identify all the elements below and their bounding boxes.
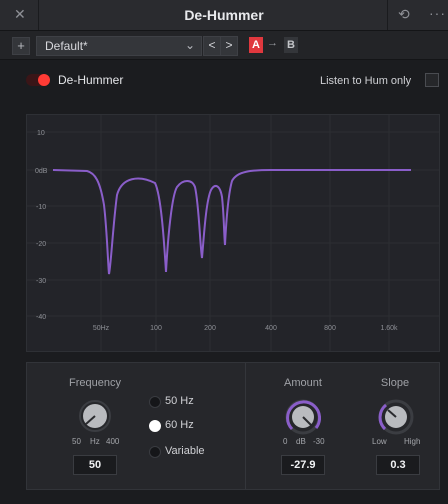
radio-variable[interactable] [149, 446, 161, 458]
x-tick-label: 1.60k [380, 325, 398, 332]
x-tick-label: 400 [265, 325, 277, 332]
y-tick-label: 0dB [35, 168, 48, 175]
amount-scale-unit: dB [296, 437, 306, 446]
hum-filter-curve [52, 169, 411, 275]
y-tick-label: 10 [37, 130, 45, 137]
slope-label: Slope [380, 377, 410, 389]
de-hummer-window: ✕ De-Hummer ⟲ ··· + Default* ⌄ < > A → B… [0, 0, 448, 504]
frequency-scale-max: 400 [106, 437, 120, 446]
controls-panel: Frequency 50 Hz 400 50 50 Hz 60 Hz Varia… [26, 362, 440, 490]
amount-label: Amount [284, 377, 322, 389]
title-divider-right [387, 0, 388, 30]
listen-hum-only-checkbox[interactable] [425, 73, 439, 87]
preset-dropdown[interactable]: Default* ⌄ [36, 36, 202, 56]
next-preset-button[interactable]: > [220, 36, 238, 56]
graph-canvas: 10 0dB -10 -20 -30 -40 50Hz 100 200 400 … [27, 115, 439, 351]
y-tick-label: -40 [36, 314, 46, 321]
amount-value-field[interactable]: -27.9 [281, 455, 325, 475]
x-tick-label: 800 [324, 325, 336, 332]
frequency-value-field[interactable]: 50 [73, 455, 117, 475]
y-tick-label: -10 [36, 204, 46, 211]
preset-name: Default* [45, 39, 88, 53]
y-tick-label: -20 [36, 241, 46, 248]
previous-preset-button[interactable]: < [203, 36, 221, 56]
x-tick-label: 50Hz [93, 325, 110, 332]
reset-icon[interactable]: ⟲ [398, 6, 410, 23]
controls-divider [245, 363, 246, 489]
frequency-response-graph: 10 0dB -10 -20 -30 -40 50Hz 100 200 400 … [26, 114, 440, 352]
amount-scale-min: 0 [283, 437, 288, 446]
slope-value-field[interactable]: 0.3 [376, 455, 420, 475]
title-bar: ✕ De-Hummer ⟲ ··· [0, 0, 448, 31]
slope-scale-min: Low [372, 437, 387, 446]
radio-variable-label: Variable [165, 445, 205, 457]
listen-hum-only-label: Listen to Hum only [320, 75, 412, 87]
slope-scale-max: High [404, 437, 421, 446]
add-preset-button[interactable]: + [12, 37, 30, 55]
frequency-knob[interactable] [78, 399, 112, 433]
radio-50hz[interactable] [149, 396, 161, 408]
x-tick-label: 200 [204, 325, 216, 332]
radio-60hz[interactable] [149, 420, 161, 432]
frequency-label: Frequency [69, 377, 121, 389]
frequency-scale-unit: Hz [90, 437, 100, 446]
amount-scale-max: -30 [313, 437, 325, 446]
compare-b-button[interactable]: B [284, 37, 298, 53]
y-tick-label: -30 [36, 278, 46, 285]
slope-knob[interactable] [378, 399, 414, 435]
frequency-scale-min: 50 [72, 437, 81, 446]
plugin-enable-toggle[interactable] [26, 74, 50, 86]
amount-knob[interactable] [285, 399, 321, 435]
toggle-knob [38, 74, 50, 86]
window-title: De-Hummer [184, 7, 264, 23]
copy-a-to-b-icon[interactable]: → [267, 37, 278, 49]
preset-bar: + Default* ⌄ < > A → B [0, 31, 448, 60]
x-tick-label: 100 [150, 325, 162, 332]
radio-60hz-label: 60 Hz [165, 419, 194, 431]
radio-50hz-label: 50 Hz [165, 395, 194, 407]
compare-a-button[interactable]: A [249, 37, 263, 53]
chevron-down-icon: ⌄ [184, 38, 195, 52]
more-options-icon[interactable]: ··· [429, 5, 446, 21]
plugin-enable-label: De-Hummer [58, 73, 124, 87]
